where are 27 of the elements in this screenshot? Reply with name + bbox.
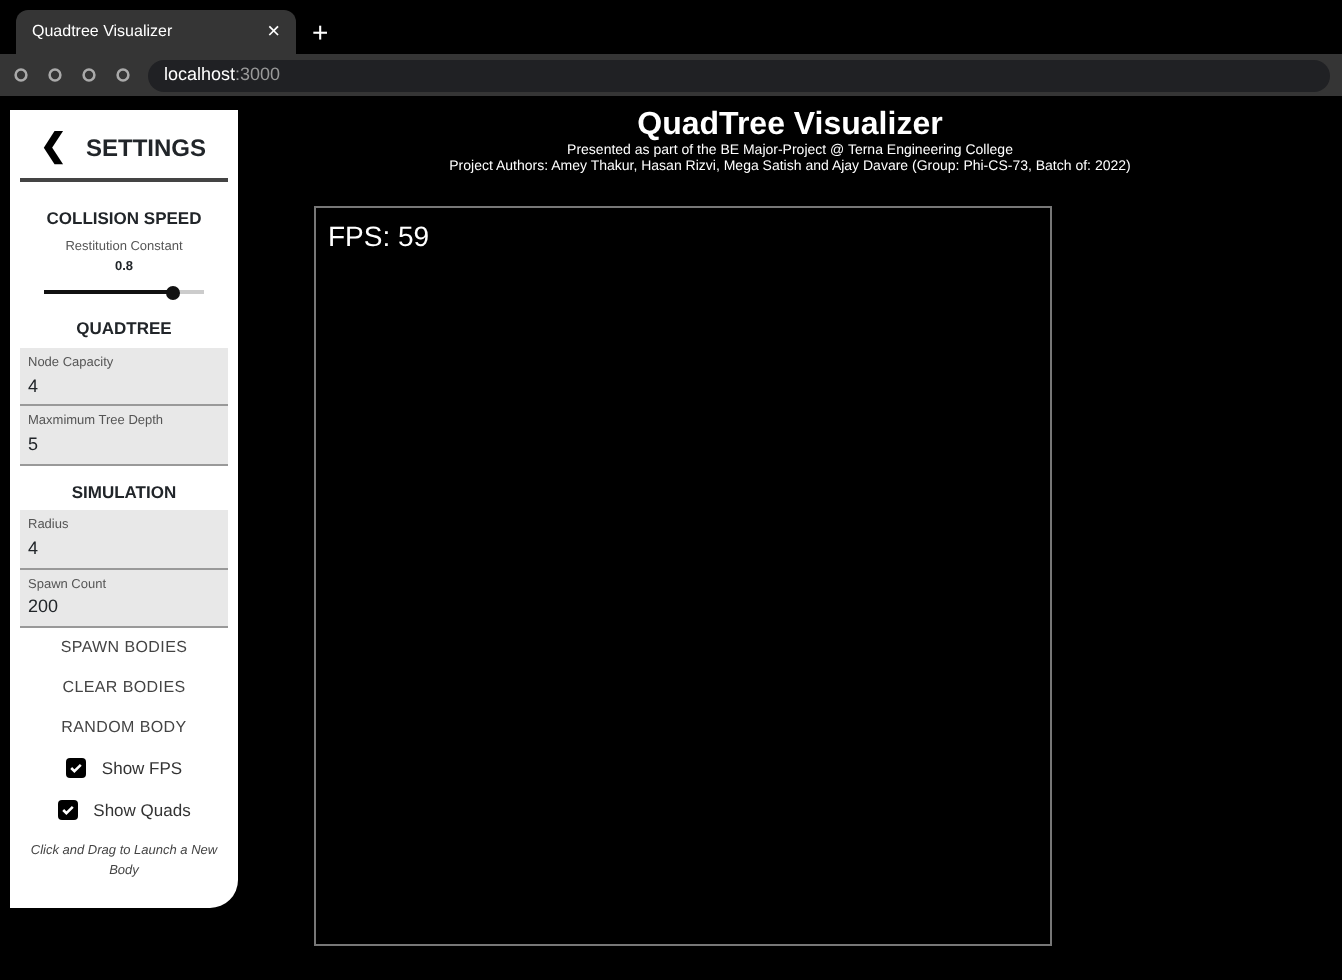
- page-title: QuadTree Visualizer: [637, 108, 943, 143]
- field-value: 5: [28, 432, 41, 458]
- field-value: 4: [28, 536, 41, 562]
- checkbox[interactable]: [65, 758, 86, 779]
- section-heading: COLLISION SPEED: [46, 206, 202, 232]
- url-text: localhost:3000: [164, 61, 281, 88]
- slider-track[interactable]: [44, 284, 204, 301]
- text-button[interactable]: RANDOM BODY: [61, 715, 187, 740]
- field-value: 200: [28, 594, 61, 621]
- section-heading: QUADTREE: [76, 316, 172, 342]
- address-bar[interactable]: localhost:3000: [148, 59, 1330, 91]
- text-button[interactable]: SPAWN BODIES: [60, 635, 188, 660]
- field-value: 4: [28, 373, 41, 400]
- back-button[interactable]: ❮: [40, 132, 66, 164]
- section-heading: SIMULATION: [71, 479, 177, 505]
- checkbox-label: Show FPS: [101, 755, 183, 781]
- checkbox-label: Show Quads: [93, 797, 191, 823]
- close-icon[interactable]: ×: [267, 15, 280, 49]
- new-tab-button[interactable]: +: [312, 10, 329, 54]
- slider-thumb[interactable]: [165, 285, 179, 300]
- panel-title: SETTINGS: [86, 132, 207, 166]
- checkbox[interactable]: [57, 799, 78, 820]
- browser-tab[interactable]: Quadtree Visualizer ×: [16, 10, 296, 54]
- fps-counter: FPS: 59: [328, 218, 432, 257]
- tab-title: Quadtree Visualizer: [32, 20, 173, 44]
- text-button[interactable]: CLEAR BODIES: [62, 675, 186, 700]
- simulation-canvas[interactable]: FPS: 59: [314, 206, 1052, 947]
